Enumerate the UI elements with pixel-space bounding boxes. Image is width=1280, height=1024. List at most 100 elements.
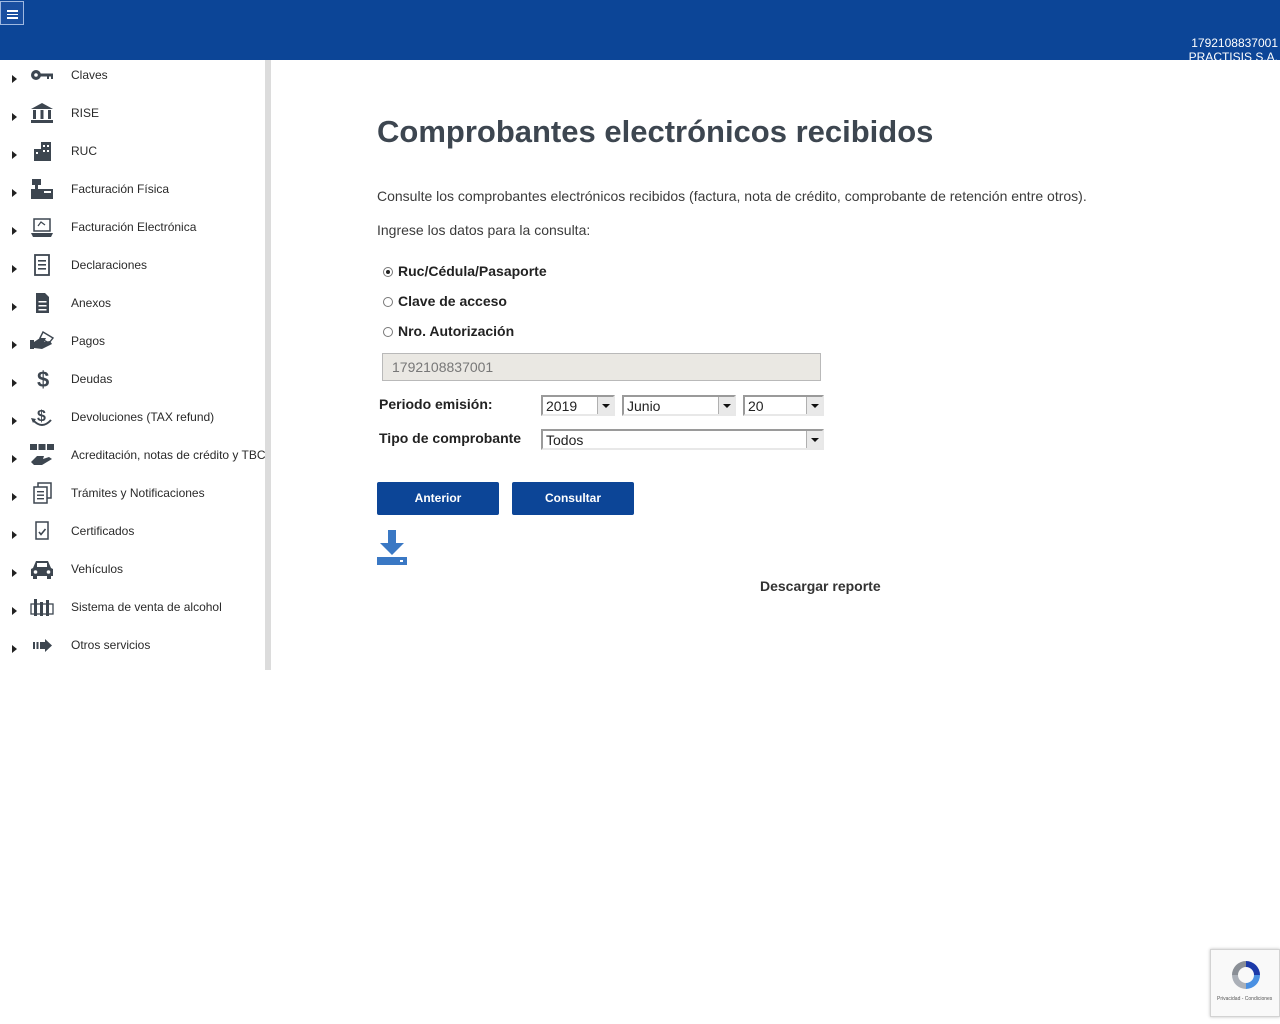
user-info: 1792108837001 PRACTISIS S.A. bbox=[1189, 36, 1278, 64]
hamburger-menu-icon[interactable] bbox=[0, 1, 24, 25]
caret-right-icon bbox=[12, 189, 17, 197]
sidebar-item-label: RISE bbox=[71, 106, 100, 120]
sidebar-item-label: Claves bbox=[71, 68, 108, 82]
back-button[interactable]: Anterior bbox=[377, 482, 499, 515]
laptop-icon bbox=[31, 218, 53, 237]
sidebar-item-facturacion-fisica[interactable]: Facturación Física bbox=[0, 174, 265, 212]
sidebar-item-label: Vehículos bbox=[71, 562, 124, 576]
hand-payment-icon bbox=[30, 331, 54, 349]
caret-right-icon bbox=[12, 227, 17, 235]
page-title: Comprobantes electrónicos recibidos bbox=[377, 114, 934, 149]
chevron-down-icon[interactable] bbox=[597, 397, 613, 414]
sidebar-item-label: RUC bbox=[71, 144, 97, 158]
sidebar-scrollbar[interactable] bbox=[265, 60, 271, 670]
company-name: PRACTISIS S.A. bbox=[1188, 50, 1278, 64]
recaptcha-terms[interactable]: Privacidad - Condiciones bbox=[1217, 996, 1272, 1002]
sidebar: Claves RISE RUC Facturación Física Factu… bbox=[0, 60, 270, 670]
sidebar-item-ruc[interactable]: RUC bbox=[0, 136, 265, 174]
chevron-down-icon[interactable] bbox=[806, 431, 822, 448]
radio-button[interactable] bbox=[383, 297, 393, 307]
sidebar-item-label: Facturación Electrónica bbox=[71, 220, 197, 234]
day-value: 20 bbox=[748, 398, 764, 414]
sidebar-item-vehiculos[interactable]: Vehículos bbox=[0, 554, 265, 592]
year-select[interactable]: 2019 bbox=[541, 395, 615, 416]
caret-right-icon bbox=[12, 341, 17, 349]
sidebar-item-pagos[interactable]: Pagos bbox=[0, 326, 265, 364]
key-icon bbox=[31, 70, 53, 80]
recaptcha-badge[interactable]: Privacidad - Condiciones bbox=[1210, 949, 1280, 1017]
type-label: Tipo de comprobante bbox=[379, 430, 522, 446]
sidebar-item-deudas[interactable]: $ Deudas bbox=[0, 364, 265, 402]
month-select[interactable]: Junio bbox=[622, 395, 736, 416]
svg-text:$: $ bbox=[37, 408, 46, 425]
caret-right-icon bbox=[12, 607, 17, 615]
year-value: 2019 bbox=[546, 398, 578, 414]
search-button[interactable]: Consultar bbox=[512, 482, 634, 515]
top-bar: 1792108837001 PRACTISIS S.A. bbox=[0, 0, 1280, 64]
sidebar-item-label: Trámites y Notificaciones bbox=[71, 486, 205, 500]
sidebar-item-facturacion-electronica[interactable]: Facturación Electrónica bbox=[0, 212, 265, 250]
radio-button-checked[interactable] bbox=[383, 267, 393, 277]
radio-label: Nro. Autorización bbox=[398, 323, 515, 339]
user-ruc: 1792108837001 bbox=[1191, 36, 1278, 50]
sidebar-item-label: Facturación Física bbox=[71, 182, 170, 196]
id-number-input[interactable]: 1792108837001 bbox=[382, 353, 821, 381]
sidebar-item-claves[interactable]: Claves bbox=[0, 60, 265, 98]
credit-hand-icon bbox=[30, 444, 54, 465]
sidebar-item-label: Pagos bbox=[71, 334, 106, 348]
file-icon bbox=[36, 293, 49, 313]
caret-right-icon bbox=[12, 531, 17, 539]
caret-right-icon bbox=[12, 645, 17, 653]
car-icon bbox=[31, 561, 53, 579]
sidebar-item-label: Acreditación, notas de crédito y TBC bbox=[71, 448, 266, 462]
alcohol-icon bbox=[30, 599, 54, 616]
period-label: Periodo emisión: bbox=[379, 396, 493, 412]
chevron-down-icon[interactable] bbox=[718, 397, 734, 414]
bank-icon bbox=[31, 103, 53, 123]
sidebar-item-rise[interactable]: RISE bbox=[0, 98, 265, 136]
download-icon[interactable] bbox=[377, 530, 407, 566]
month-value: Junio bbox=[627, 398, 661, 414]
sidebar-item-label: Deudas bbox=[71, 372, 113, 386]
sidebar-item-otros-servicios[interactable]: Otros servicios bbox=[0, 630, 265, 668]
cash-register-icon bbox=[31, 179, 53, 199]
radio-label: Clave de acceso bbox=[398, 293, 507, 309]
caret-right-icon bbox=[12, 265, 17, 273]
caret-right-icon bbox=[12, 569, 17, 577]
certificate-icon bbox=[35, 521, 49, 540]
sidebar-item-label: Devoluciones (TAX refund) bbox=[71, 410, 215, 424]
sidebar-item-acreditacion[interactable]: Acreditación, notas de crédito y TBC bbox=[0, 440, 266, 478]
sidebar-item-declaraciones[interactable]: Declaraciones bbox=[0, 250, 265, 288]
svg-text:$: $ bbox=[37, 368, 49, 390]
buildings-icon bbox=[34, 142, 51, 161]
page-description: Consulte los comprobantes electrónicos r… bbox=[377, 188, 1087, 204]
query-prompt: Ingrese los datos para la consulta: bbox=[377, 222, 591, 238]
dollar-icon: $ bbox=[37, 368, 49, 390]
caret-right-icon bbox=[12, 303, 17, 311]
radio-button[interactable] bbox=[383, 327, 393, 337]
notifications-icon bbox=[33, 482, 52, 504]
download-report-link[interactable]: Descargar reporte bbox=[760, 578, 881, 594]
document-icon bbox=[34, 254, 50, 276]
type-select[interactable]: Todos bbox=[541, 429, 824, 450]
day-select[interactable]: 20 bbox=[743, 395, 824, 416]
sidebar-item-label: Declaraciones bbox=[71, 258, 148, 272]
sidebar-item-tramites[interactable]: Trámites y Notificaciones bbox=[0, 478, 265, 516]
caret-right-icon bbox=[12, 113, 17, 121]
sidebar-item-label: Sistema de venta de alcohol bbox=[71, 600, 222, 614]
sidebar-item-label: Certificados bbox=[71, 524, 135, 538]
sidebar-item-anexos[interactable]: Anexos bbox=[0, 288, 265, 326]
radio-label: Ruc/Cédula/Pasaporte bbox=[398, 263, 547, 279]
sidebar-item-certificados[interactable]: Certificados bbox=[0, 516, 265, 554]
refund-icon: $ bbox=[31, 408, 52, 426]
sidebar-item-label: Otros servicios bbox=[71, 638, 151, 652]
sidebar-item-label: Anexos bbox=[71, 296, 112, 310]
arrow-right-icon bbox=[33, 639, 52, 652]
chevron-down-icon[interactable] bbox=[806, 397, 822, 414]
sidebar-item-alcohol[interactable]: Sistema de venta de alcohol bbox=[0, 592, 265, 630]
caret-right-icon bbox=[12, 151, 17, 159]
recaptcha-icon bbox=[1232, 961, 1260, 989]
caret-right-icon bbox=[12, 493, 17, 501]
type-value: Todos bbox=[546, 432, 584, 448]
sidebar-item-devoluciones[interactable]: $ Devoluciones (TAX refund) bbox=[0, 402, 265, 440]
